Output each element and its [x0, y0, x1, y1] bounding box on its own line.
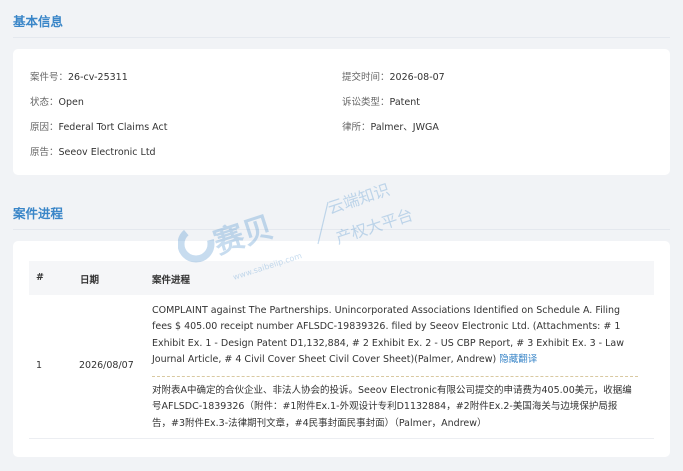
- submit-date-label: 提交时间：: [342, 72, 390, 83]
- submit-date-field: 提交时间：2026-08-07: [342, 69, 445, 83]
- table-header: # 日期 案件进程: [29, 261, 654, 295]
- case-progress-title: 案件进程: [13, 206, 64, 221]
- header-number: #: [36, 272, 44, 283]
- law-firm-field: 律所：Palmer、JWGA: [342, 119, 439, 133]
- litigation-type-label: 诉讼类型：: [342, 97, 390, 108]
- watermark-slogan-1: 云端知识: [325, 182, 392, 218]
- plaintiff-field: 原告：Seeov Electronic Ltd: [30, 144, 156, 158]
- plaintiff-value: Seeov Electronic Ltd: [58, 147, 156, 158]
- header-date: 日期: [80, 275, 100, 286]
- case-number-label: 案件号：: [30, 72, 69, 83]
- cause-field: 原因：Federal Tort Claims Act: [30, 119, 167, 133]
- translation-divider: [152, 376, 638, 377]
- basic-info-title: 基本信息: [13, 14, 64, 29]
- table-row: 1 2026/08/07 COMPLAINT against The Partn…: [13, 295, 670, 439]
- case-number-value: 26-cv-25311: [68, 72, 128, 83]
- entry-text-english: COMPLAINT against The Partnerships. Unin…: [152, 303, 636, 368]
- case-number-field: 案件号：26-cv-25311: [30, 69, 128, 83]
- cause-value: Federal Tort Claims Act: [58, 122, 168, 133]
- header-progress: 案件进程: [152, 275, 191, 286]
- entry-text-chinese: 对附表A中确定的合伙企业、非法人协会的投诉。Seeov Electronic有限…: [152, 385, 632, 429]
- entry-text-en: COMPLAINT against The Partnerships. Unin…: [152, 305, 625, 365]
- status-label: 状态：: [30, 97, 59, 108]
- basic-info-card: 案件号：26-cv-25311 提交时间：2026-08-07 状态：Open …: [13, 49, 670, 175]
- hide-translation-link[interactable]: 隐藏翻译: [499, 354, 537, 365]
- submit-date-value: 2026-08-07: [389, 72, 445, 83]
- case-progress-card: # 日期 案件进程 1 2026/08/07 COMPLAINT against…: [13, 241, 670, 457]
- status-value: Open: [58, 97, 84, 108]
- case-progress-divider: [13, 229, 670, 230]
- row-number: 1: [36, 360, 43, 371]
- cause-label: 原因：: [30, 122, 59, 133]
- litigation-type-field: 诉讼类型：Patent: [342, 94, 420, 108]
- row-date: 2026/08/07: [79, 360, 134, 371]
- basic-info-divider: [13, 37, 670, 38]
- plaintiff-label: 原告：: [30, 147, 59, 158]
- row-divider: [29, 438, 654, 439]
- litigation-type-value: Patent: [389, 97, 420, 108]
- law-firm-label: 律所：: [342, 122, 371, 133]
- law-firm-value: Palmer、JWGA: [370, 122, 439, 133]
- status-field: 状态：Open: [30, 94, 84, 108]
